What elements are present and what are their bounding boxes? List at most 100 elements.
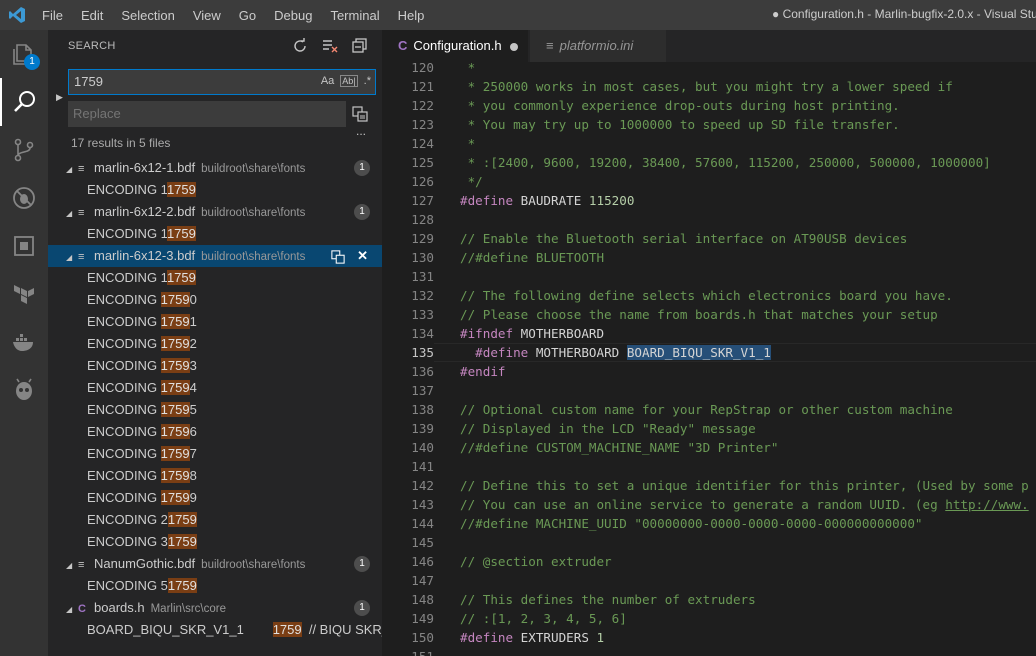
result-match-row[interactable]: ENCODING 17592 bbox=[48, 333, 382, 355]
row-actions: ✕ bbox=[331, 245, 368, 267]
code-line: 147 bbox=[382, 571, 1036, 590]
tab-configuration-h[interactable]: C Configuration.h bbox=[382, 30, 528, 62]
replace-all-icon[interactable] bbox=[352, 106, 368, 122]
collapse-all-icon[interactable] bbox=[352, 38, 368, 54]
match-whole-word-icon[interactable]: Ab| bbox=[340, 75, 358, 87]
menu-item-terminal[interactable]: Terminal bbox=[330, 8, 379, 23]
line-number: 124 bbox=[411, 136, 434, 151]
menu-item-edit[interactable]: Edit bbox=[81, 8, 103, 23]
menu-item-file[interactable]: File bbox=[42, 8, 63, 23]
source-control-button[interactable] bbox=[0, 126, 48, 174]
toggle-replace-chevron-icon[interactable]: ▶ bbox=[56, 92, 63, 103]
code-text: #define EXTRUDERS 1 bbox=[460, 628, 604, 647]
search-view-button[interactable] bbox=[0, 78, 48, 126]
match-text-before: ENCODING 1 bbox=[87, 270, 167, 285]
expand-chevron-icon[interactable]: ◢ bbox=[66, 159, 78, 181]
expand-chevron-icon[interactable]: ◢ bbox=[66, 555, 78, 577]
line-number: 130 bbox=[411, 250, 434, 265]
terraform-button[interactable] bbox=[0, 270, 48, 318]
match-highlight: 1759 bbox=[166, 270, 196, 285]
match-text-before: ENCODING bbox=[87, 292, 161, 307]
selected-text: BOARD_BIQU_SKR_V1_1 bbox=[626, 345, 771, 360]
code-token: // Please choose the name from boards.h … bbox=[460, 307, 938, 322]
expand-chevron-icon[interactable]: ◢ bbox=[66, 203, 78, 225]
result-file-row[interactable]: ◢ ≡ marlin-6x12-2.bdf buildroot\share\fonts… bbox=[48, 201, 382, 223]
menu-item-debug[interactable]: Debug bbox=[274, 8, 312, 23]
result-match-row[interactable]: ENCODING 51759 bbox=[48, 575, 382, 597]
result-match-row[interactable]: ENCODING 17590 bbox=[48, 289, 382, 311]
code-text: * 250000 works in most cases, but you mi… bbox=[460, 77, 953, 96]
line-number: 123 bbox=[411, 117, 434, 132]
result-file-row[interactable]: ◢ ≡ marlin-6x12-3.bdf buildroot\share\fonts… bbox=[48, 245, 382, 267]
code-text: // Optional custom name for your RepStra… bbox=[460, 400, 953, 419]
line-number: 134 bbox=[411, 326, 434, 341]
code-text: #define BAUDRATE 115200 bbox=[460, 191, 634, 210]
unsaved-dot-icon[interactable] bbox=[510, 43, 518, 51]
result-match-row[interactable]: ENCODING 11759 bbox=[48, 179, 382, 201]
search-input[interactable] bbox=[69, 70, 289, 93]
code-line: 151 bbox=[382, 647, 1036, 656]
result-match-row[interactable]: ENCODING 17596 bbox=[48, 421, 382, 443]
result-match-row[interactable]: ENCODING 17593 bbox=[48, 355, 382, 377]
code-view[interactable]: 120 * 121 * 250000 works in most cases, b… bbox=[382, 62, 1036, 656]
result-file-row[interactable]: ◢ ≡ marlin-6x12-1.bdf buildroot\share\fonts… bbox=[48, 157, 382, 179]
dismiss-close-icon[interactable]: ✕ bbox=[357, 245, 368, 267]
extensions-button[interactable] bbox=[0, 222, 48, 270]
clear-results-icon[interactable] bbox=[322, 38, 338, 54]
code-line: 149 // :[1, 2, 3, 4, 5, 6] bbox=[382, 609, 1036, 628]
code-token: http://www. bbox=[945, 497, 1029, 512]
result-match-row[interactable]: ENCODING 17594 bbox=[48, 377, 382, 399]
platformio-button[interactable] bbox=[0, 366, 48, 414]
result-match-row[interactable]: ENCODING 11759 bbox=[48, 267, 382, 289]
code-line: 145 bbox=[382, 533, 1036, 552]
code-line: 121 * 250000 works in most cases, but yo… bbox=[382, 77, 1036, 96]
debug-button[interactable] bbox=[0, 174, 48, 222]
text-file-icon: ≡ bbox=[78, 251, 85, 263]
code-token: // Enable the Bluetooth serial interface… bbox=[460, 231, 908, 246]
result-file-row[interactable]: ◢ Cboards.h Marlin\src\core 1 bbox=[48, 597, 382, 619]
result-match-row[interactable]: ENCODING 21759 bbox=[48, 509, 382, 531]
refresh-icon[interactable] bbox=[292, 38, 308, 54]
editor-area: C Configuration.h ≡ platformio.ini 120 * 12… bbox=[382, 30, 1036, 656]
menu-item-selection[interactable]: Selection bbox=[121, 8, 174, 23]
match-count-badge: 1 bbox=[354, 160, 370, 176]
result-match-row[interactable]: BOARD_BIQU_SKR_V1_1 1759 // BIQU SKR_V..… bbox=[48, 619, 407, 641]
docker-button[interactable] bbox=[0, 318, 48, 366]
result-match-row[interactable]: ENCODING 17595 bbox=[48, 399, 382, 421]
code-line: 124 * bbox=[382, 134, 1036, 153]
line-number: 121 bbox=[411, 79, 434, 94]
result-match-row[interactable]: ENCODING 17597 bbox=[48, 443, 382, 465]
result-match-row[interactable]: ENCODING 31759 bbox=[48, 531, 382, 553]
code-line: 134 #ifndef MOTHERBOARD bbox=[382, 324, 1036, 343]
menu-item-view[interactable]: View bbox=[193, 8, 221, 23]
code-token: MOTHERBOARD bbox=[513, 326, 605, 341]
expand-chevron-icon[interactable]: ◢ bbox=[66, 247, 78, 269]
expand-chevron-icon[interactable]: ◢ bbox=[66, 599, 78, 621]
code-line: 142 // Define this to set a unique identi… bbox=[382, 476, 1036, 495]
menu-item-go[interactable]: Go bbox=[239, 8, 256, 23]
result-file-row[interactable]: ◢ ≡ NanumGothic.bdf buildroot\share\fonts 1 bbox=[48, 553, 382, 575]
code-token: // @section extruder bbox=[460, 554, 612, 569]
toggle-search-details-button[interactable]: ... bbox=[356, 124, 366, 138]
replace-in-file-icon[interactable] bbox=[331, 245, 345, 267]
result-match-row[interactable]: ENCODING 17598 bbox=[48, 465, 382, 487]
line-number: 122 bbox=[411, 98, 434, 113]
line-number: 135 bbox=[411, 345, 434, 360]
result-match-row[interactable]: ENCODING 17599 bbox=[48, 487, 382, 509]
code-text: // @section extruder bbox=[460, 552, 612, 571]
line-number: 120 bbox=[411, 62, 434, 75]
result-match-row[interactable]: ENCODING 17591 bbox=[48, 311, 382, 333]
match-text-after: 9 bbox=[189, 490, 197, 505]
match-case-icon[interactable]: Aa bbox=[321, 75, 334, 87]
match-text-before: ENCODING bbox=[87, 424, 161, 439]
match-highlight: 1759 bbox=[272, 622, 302, 637]
match-text-before: ENCODING bbox=[87, 490, 161, 505]
use-regex-icon[interactable]: .* bbox=[364, 75, 371, 87]
explorer-button[interactable]: 1 bbox=[0, 30, 48, 78]
tab-platformio-ini[interactable]: ≡ platformio.ini bbox=[530, 30, 666, 62]
result-file-name: marlin-6x12-1.bdf bbox=[94, 160, 196, 175]
menu-item-help[interactable]: Help bbox=[398, 8, 425, 23]
code-token: * You may try up to 1000000 to speed up … bbox=[460, 117, 900, 132]
replace-input[interactable] bbox=[68, 101, 338, 126]
result-match-row[interactable]: ENCODING 11759 bbox=[48, 223, 382, 245]
